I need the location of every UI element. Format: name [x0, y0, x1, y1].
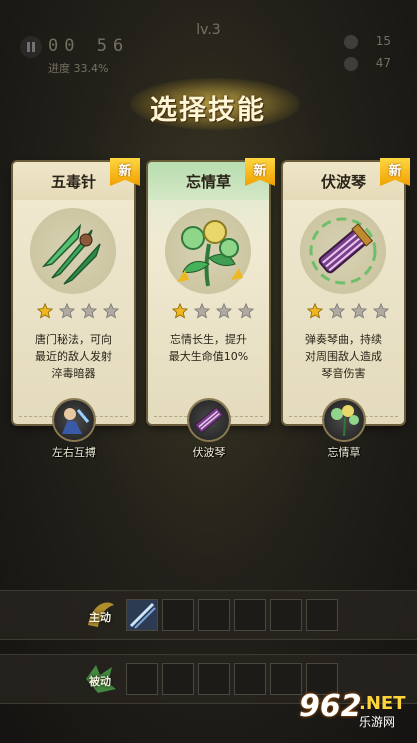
skill-icon-frame: [30, 208, 116, 294]
star-rating: [307, 303, 390, 321]
skill-description: 忘情长生，提升 最大生命值10%: [156, 331, 261, 365]
watermark-site: 乐游网: [359, 715, 396, 729]
combo-skill-3: 忘情草: [309, 400, 379, 464]
skill-slot-empty[interactable]: [270, 599, 302, 631]
star-empty-icon: [351, 303, 368, 319]
watermark-number: 962: [299, 689, 362, 724]
coin-count: 15: [375, 34, 391, 48]
kill-count: 47: [375, 56, 391, 70]
star-filled-icon: [37, 303, 53, 319]
passive-label: 被动: [78, 659, 122, 699]
zither-icon: [309, 217, 377, 285]
title-banner: 选择技能: [120, 70, 320, 140]
herb-plant-icon: [324, 400, 364, 440]
combo-skill-label: 左右互搏: [52, 446, 96, 459]
timer: 00 56: [48, 36, 130, 56]
poison-needles-icon: [41, 223, 101, 285]
kill-counter: 47: [343, 56, 391, 71]
coin-counter: 15: [343, 34, 391, 49]
desc-line: 最大生命值10%: [168, 350, 249, 363]
dual-fighter-icon: [54, 400, 94, 440]
coin-icon: [343, 34, 358, 49]
pause-button[interactable]: [20, 36, 42, 58]
star-empty-icon: [373, 303, 390, 319]
desc-line: 唐门秘法，可向: [35, 333, 112, 346]
skill-slot-empty[interactable]: [126, 663, 158, 695]
skill-slot-empty[interactable]: [198, 663, 230, 695]
skill-description: 弹奏琴曲，持续 对周围敌人造成 琴音伤害: [291, 331, 396, 382]
progress-text: 进度 33.4%: [48, 62, 109, 75]
new-badge-text: 新: [118, 164, 132, 179]
skill-slot-empty[interactable]: [162, 663, 194, 695]
star-rating: [37, 303, 120, 321]
skill-icon-frame: [165, 208, 251, 294]
page-title: 选择技能: [150, 95, 266, 126]
star-empty-icon: [59, 303, 76, 319]
star-empty-icon: [194, 303, 211, 319]
desc-line: 忘情长生，提升: [170, 333, 247, 346]
desc-line: 最近的敌人发射: [35, 350, 112, 363]
combo-skill-1: 左右互搏: [39, 400, 109, 464]
active-label: 主动: [78, 595, 122, 635]
desc-line: 弹奏琴曲，持续: [305, 333, 382, 346]
desc-line: 对周围敌人造成: [305, 350, 382, 363]
herb-plant-icon: [177, 220, 243, 287]
skill-card-2[interactable]: 忘情草 新 忘情长生，提升 最大生命值10%: [148, 158, 275, 424]
star-rating: [172, 303, 255, 321]
hud: 00 56 lv.3 进度 33.4% 15 47: [0, 0, 417, 80]
passive-label-text: 被动: [89, 675, 111, 688]
combo-skill-2: 伏波琴: [174, 400, 244, 464]
desc-line: 琴音伤害: [321, 367, 366, 380]
skill-icon-frame: [300, 208, 386, 294]
skull-icon: [343, 56, 358, 71]
zither-icon: [189, 400, 229, 440]
skill-description: 唐门秘法，可向 最近的敌人发射 淬毒暗器: [21, 331, 126, 382]
active-skill-bar: 主动: [0, 590, 417, 640]
skill-slot-1[interactable]: [126, 599, 158, 631]
skill-slot-empty[interactable]: [306, 599, 338, 631]
skill-slot-empty[interactable]: [162, 599, 194, 631]
skill-slot-empty[interactable]: [270, 663, 302, 695]
site-watermark: 962 .NET 乐游网: [299, 689, 411, 733]
star-empty-icon: [81, 303, 98, 319]
star-empty-icon: [329, 303, 346, 319]
combo-skill-label: 伏波琴: [192, 446, 226, 459]
desc-line: 淬毒暗器: [51, 367, 96, 380]
star-empty-icon: [238, 303, 255, 319]
skill-slot-empty[interactable]: [198, 599, 230, 631]
star-filled-icon: [172, 303, 188, 319]
star-empty-icon: [216, 303, 233, 319]
skill-card-3[interactable]: 伏波琴 新 弹奏琴曲，持续 对周围敌人造成 琴音伤害: [283, 158, 410, 424]
star-empty-icon: [103, 303, 120, 319]
watermark-net: .NET: [359, 693, 406, 714]
new-badge-text: 新: [253, 164, 267, 179]
new-badge-text: 新: [388, 164, 402, 179]
combo-skill-label: 忘情草: [327, 446, 361, 459]
star-filled-icon: [307, 303, 323, 319]
skill-slot-empty[interactable]: [234, 663, 266, 695]
poison-needles-icon: [129, 602, 156, 629]
skill-slot-empty[interactable]: [234, 599, 266, 631]
active-label-text: 主动: [89, 611, 111, 624]
skill-card-1[interactable]: 五毒针 新 唐门秘法，可向 最近的敌人发射 淬毒暗器: [13, 158, 140, 424]
